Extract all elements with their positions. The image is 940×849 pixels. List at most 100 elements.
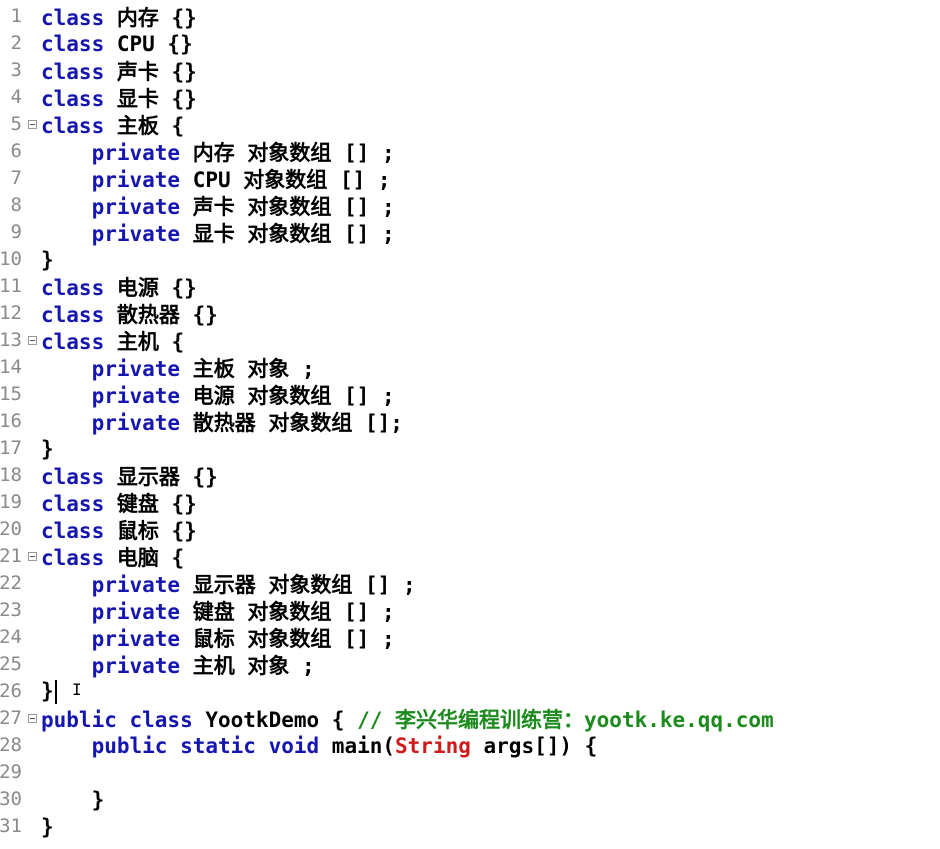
fold-toggle-icon[interactable] [28,120,37,129]
code-line[interactable]: 13 class 主机 { [0,327,940,354]
keyword-token: private [91,383,181,408]
code-text: private 主板 对象 ; [41,353,315,383]
code-token: } [41,247,54,272]
code-line[interactable]: 24 private 鼠标 对象数组 [] ; [0,624,940,651]
code-line[interactable]: 6 private 内存 对象数组 [] ; [0,138,940,165]
code-line[interactable]: 3 class 声卡 {} [0,57,940,84]
line-number-text: 20 [0,518,22,540]
code-line[interactable]: 16 private 散热器 对象数组 []; [0,408,940,435]
keyword-token: private [91,626,181,651]
code-line[interactable]: 22 private 显示器 对象数组 [] ; [0,570,940,597]
line-number-text: 28 [0,734,22,756]
code-text: class 主板 { [41,110,184,140]
code-line[interactable]: 19 class 键盘 {} [0,489,940,516]
code-line[interactable]: 31} [0,813,940,840]
code-text: class 声卡 {} [41,56,197,86]
code-line[interactable]: 28 public static void main(String args[]… [0,732,940,759]
code-token: 主板 { [104,113,185,138]
code-line[interactable]: 20 class 鼠标 {} [0,516,940,543]
line-number: 30 [0,786,26,813]
line-number-text: 17 [0,437,22,459]
line-number-text: 14 [0,356,22,378]
line-number-text: 22 [0,572,22,594]
code-editor[interactable]: 1 class 内存 {} 2 class CPU {} 3 class 声卡 {} 4 cl… [0,0,940,849]
code-line[interactable]: 5 class 主板 { [0,111,940,138]
code-text: private 电源 对象数组 [] ; [41,380,395,410]
code-line[interactable]: 21 class 电脑 { [0,543,940,570]
code-token: args[]) { [470,733,598,758]
code-line[interactable]: 23 private 键盘 对象数组 [] ; [0,597,940,624]
line-number-text: 8 [10,194,22,216]
text-caret [54,680,57,704]
code-line[interactable]: 1 class 内存 {} [0,3,940,30]
code-line[interactable]: 10} [0,246,940,273]
code-line[interactable]: 7 private CPU 对象数组 [] ; [0,165,940,192]
line-number-text: 23 [0,599,22,621]
fold-toggle-icon[interactable] [28,714,37,723]
code-text: private 声卡 对象数组 [] ; [41,191,395,221]
type-token: String [395,733,471,758]
code-line[interactable]: 12 class 散热器 {} [0,300,940,327]
line-number-text: 19 [0,491,22,513]
fold-toggle-icon[interactable] [28,552,37,561]
code-token: 内存 {} [104,5,197,30]
code-text: class 鼠标 {} [41,515,197,545]
line-number-text: 13 [0,329,22,351]
keyword-token: private [91,410,181,435]
code-line[interactable]: 4 class 显卡 {} [0,84,940,111]
code-line[interactable]: 9 private 显卡 对象数组 [] ; [0,219,940,246]
code-text: private 键盘 对象数组 [] ; [41,596,395,626]
code-line[interactable]: 8 private 声卡 对象数组 [] ; [0,192,940,219]
keyword-token: public static void [91,733,320,758]
line-number: 27 [0,705,26,732]
code-line[interactable]: 17} [0,435,940,462]
code-text: class 内存 {} [41,2,197,32]
line-number: 14 [0,354,26,381]
line-number-text: 29 [0,761,22,783]
code-token: CPU 对象数组 [] ; [180,167,391,192]
line-number: 21 [0,543,26,570]
line-number-text: 2 [10,32,22,54]
code-line[interactable]: 11 class 电源 {} [0,273,940,300]
line-number-text: 7 [10,167,22,189]
code-token: 主机 { [104,329,185,354]
line-number: 5 [0,111,26,138]
code-text: private 显示器 对象数组 [] ; [41,569,416,599]
line-number: 23 [0,597,26,624]
code-line[interactable]: 2 class CPU {} [0,30,940,57]
line-number: 19 [0,489,26,516]
comment-token: // 李兴华编程训练营：yootk.ke.qq.com [357,707,774,732]
code-line[interactable]: 18 class 显示器 {} [0,462,940,489]
code-line[interactable]: 29 [0,759,940,786]
code-text: private CPU 对象数组 [] ; [41,164,391,194]
code-token: 鼠标 {} [104,518,197,543]
code-line[interactable]: 15 private 电源 对象数组 [] ; [0,381,940,408]
code-text: } [41,788,105,812]
code-token: 显示器 {} [104,464,218,489]
code-line[interactable]: 30 } [0,786,940,813]
line-number-text: 15 [0,383,22,405]
code-line[interactable]: 25 private 主机 对象 ; [0,651,940,678]
code-line[interactable]: 27 public class YootkDemo { // 李兴华编程训练营：y… [0,705,940,732]
line-number-text: 6 [10,140,22,162]
line-number-text: 24 [0,626,22,648]
fold-toggle-icon[interactable] [28,336,37,345]
code-token: 声卡 对象数组 [] ; [180,194,395,219]
code-line[interactable]: 26} [0,678,940,705]
code-text: class 主机 { [41,326,184,356]
line-number-text: 10 [0,248,22,270]
code-line[interactable]: 14 private 主板 对象 ; [0,354,940,381]
keyword-token: class [41,275,105,300]
code-text: private 散热器 对象数组 []; [41,407,403,437]
code-token: } [41,679,54,703]
line-number: 16 [0,408,26,435]
keyword-token: class [41,31,105,56]
keyword-token: class [41,113,105,138]
